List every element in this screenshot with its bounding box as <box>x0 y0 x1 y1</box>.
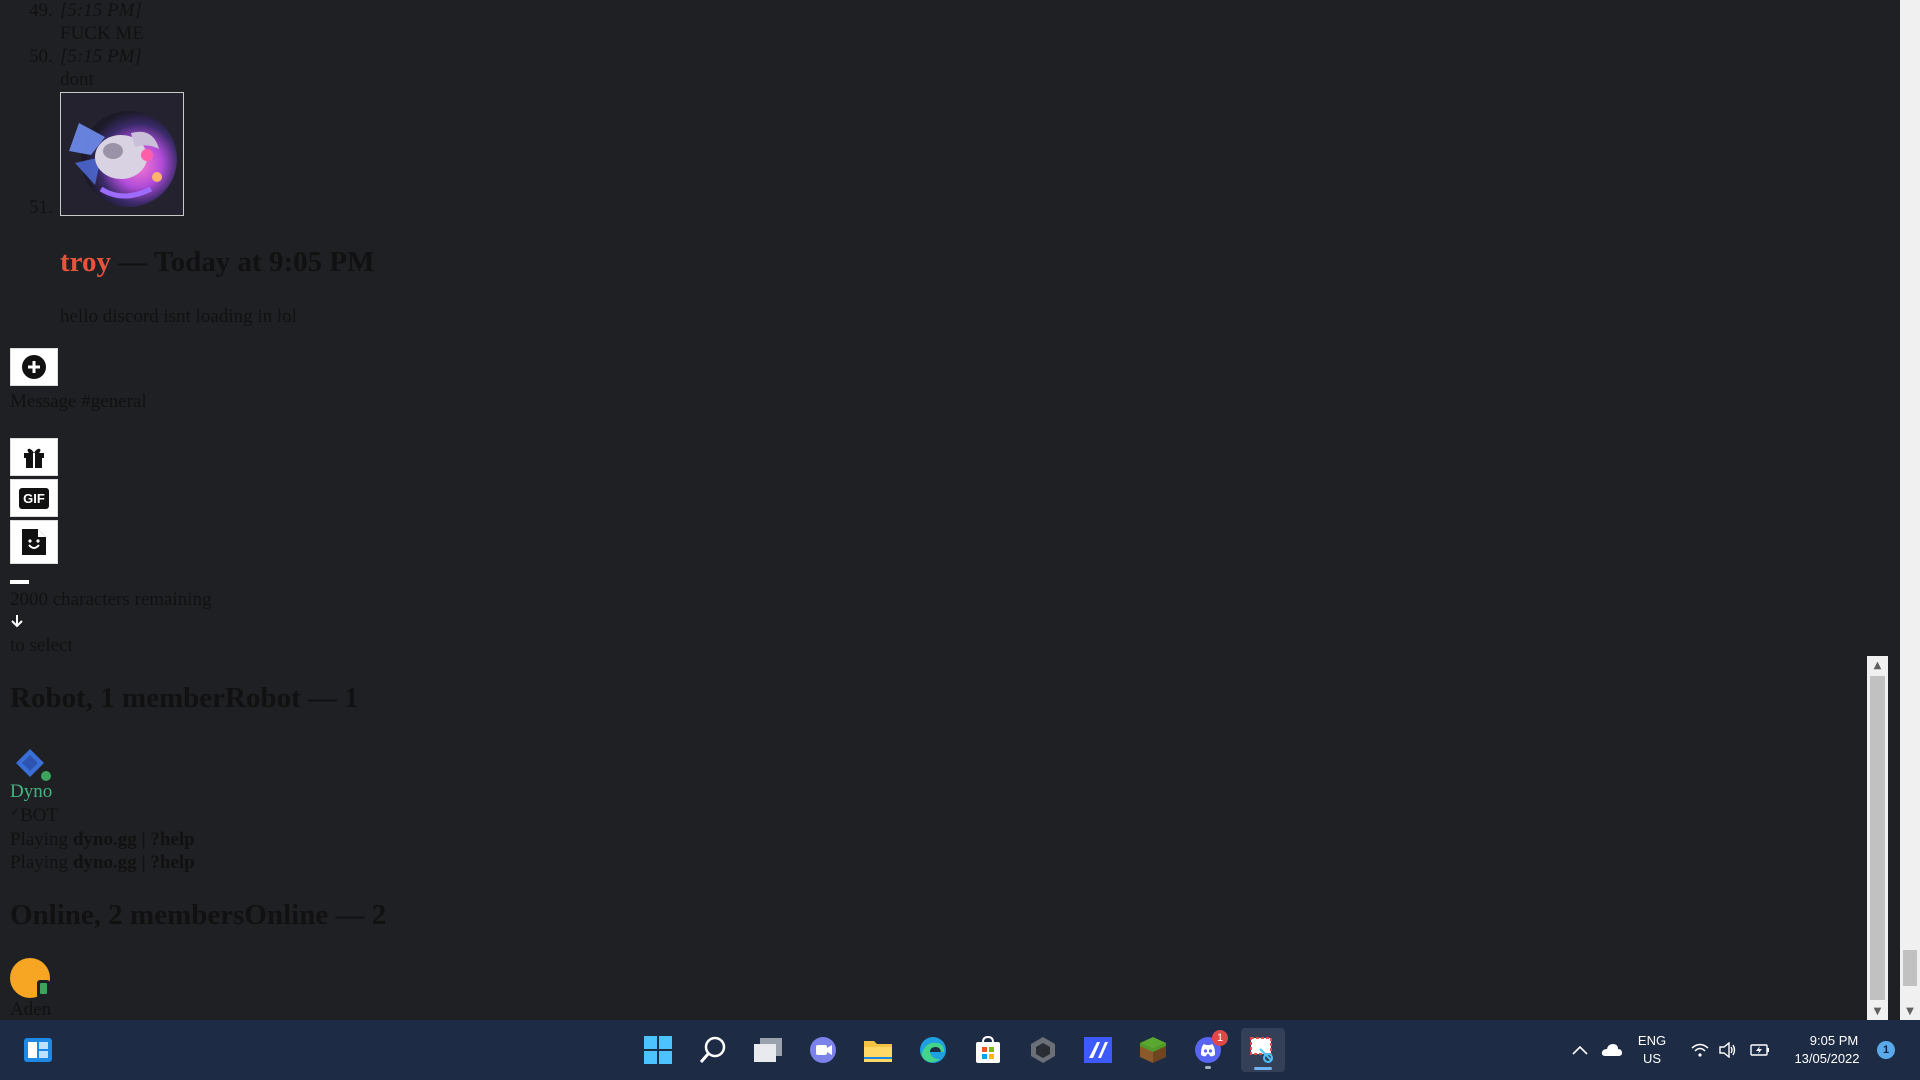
message-number: 49. <box>29 0 53 21</box>
search-button[interactable] <box>691 1028 735 1072</box>
scroll-down-arrow-icon[interactable]: ▼ <box>1900 1002 1920 1020</box>
discord-unstyled-page: 49. [5:15 PM] FUCK ME 50. [5:15 PM] dont <box>0 0 1920 1020</box>
unity-icon <box>1031 1037 1055 1063</box>
task-view-button[interactable] <box>746 1028 790 1072</box>
teams-chat-icon <box>810 1037 836 1063</box>
volume-button[interactable] <box>1716 1020 1740 1080</box>
member-group-heading-robot: Robot, 1 memberRobot — 1 <box>10 682 359 714</box>
battery-button[interactable] <box>1748 1020 1772 1080</box>
plus-circle-icon <box>22 355 46 379</box>
file-explorer-button[interactable] <box>856 1028 900 1072</box>
notification-count-badge: 1 <box>1877 1041 1895 1059</box>
member-activity: Playing dyno.gg | ?help <box>10 852 195 873</box>
author-name[interactable]: troy <box>60 246 111 278</box>
volume-icon <box>1719 1042 1736 1058</box>
discord-button[interactable]: 1 <box>1186 1028 1230 1072</box>
edge-icon <box>920 1037 946 1063</box>
scroll-down-arrow-icon[interactable]: ▼ <box>1867 1002 1888 1020</box>
sticker-icon <box>22 529 46 555</box>
store-icon <box>976 1035 1000 1063</box>
clock-time: 9:05 PM <box>1809 1033 1859 1048</box>
member-activity: Playing dyno.gg | ?help <box>10 829 195 850</box>
scrollbar-thumb[interactable] <box>1870 676 1885 1000</box>
snipping-tool-button[interactable] <box>1241 1028 1285 1072</box>
vs-icon <box>1084 1037 1112 1063</box>
upload-attachment-button[interactable] <box>10 348 58 386</box>
message-text: hello discord isnt loading in lol <box>60 306 297 327</box>
aden-avatar[interactable] <box>10 958 52 1000</box>
wifi-button[interactable] <box>1688 1020 1712 1080</box>
message-timestamp[interactable]: [5:15 PM] <box>60 46 142 68</box>
teams-chat-button[interactable] <box>801 1028 845 1072</box>
message-input[interactable]: Message #general <box>10 391 147 413</box>
minecraft-button[interactable] <box>1131 1028 1175 1072</box>
clock[interactable]: 9:05 PM 13/05/2022 <box>1782 1020 1872 1080</box>
widgets-button[interactable] <box>16 1028 60 1072</box>
notification-center-button[interactable]: 1 <box>1874 1020 1898 1080</box>
message-date: — Today at 9:05 PM <box>118 246 375 278</box>
grass-block-icon <box>1140 1037 1166 1063</box>
sticker-picker-button[interactable] <box>10 520 58 564</box>
widgets-icon <box>24 1038 52 1062</box>
gift-icon <box>24 448 44 468</box>
select-hint: to select <box>10 635 73 656</box>
microsoft-store-button[interactable] <box>966 1028 1010 1072</box>
message-number: 50. <box>29 46 53 67</box>
message-attachment-image[interactable] <box>60 92 184 216</box>
discord-notification-badge: 1 <box>1212 1030 1228 1046</box>
windows-start-icon <box>644 1036 672 1064</box>
chevron-up-icon <box>1572 1045 1588 1055</box>
scrollbar-thumb[interactable] <box>1903 950 1917 986</box>
wifi-icon <box>1691 1043 1709 1057</box>
edge-browser-button[interactable] <box>911 1028 955 1072</box>
member-group-heading-online: Online, 2 membersOnline — 2 <box>10 899 387 931</box>
gift-nitro-button[interactable] <box>10 438 58 476</box>
message-number: 51. <box>29 197 53 218</box>
member-list-scrollbar[interactable]: ▲ ▼ <box>1867 656 1888 1020</box>
start-button[interactable] <box>636 1028 680 1072</box>
cloud-icon <box>1601 1044 1622 1056</box>
dragon-artwork-image <box>61 93 183 215</box>
folder-icon <box>864 1041 892 1062</box>
clock-date: 13/05/2022 <box>1794 1051 1860 1066</box>
scroll-up-arrow-icon[interactable]: ▲ <box>1867 656 1888 674</box>
running-indicator <box>1205 1066 1211 1069</box>
windows-taskbar: 1 ENG US 9:05 PM 13/05/2022 1 <box>0 1020 1920 1080</box>
battery-charging-icon <box>1750 1044 1769 1056</box>
dyno-avatar[interactable] <box>12 745 52 783</box>
visual-studio-button[interactable] <box>1076 1028 1120 1072</box>
characters-remaining: 2000 characters remaining <box>10 589 212 610</box>
onedrive-button[interactable] <box>1599 1020 1625 1080</box>
unity-hub-button[interactable] <box>1021 1028 1065 1072</box>
arrow-down-icon <box>11 615 23 628</box>
message-text: FUCK ME <box>60 23 144 44</box>
member-name-aden[interactable]: Aden <box>10 999 51 1020</box>
task-view-icon <box>754 1038 782 1062</box>
message-timestamp[interactable]: [5:15 PM] <box>60 0 142 22</box>
snipping-tool-icon <box>1250 1037 1273 1063</box>
language-indicator[interactable]: ENG US <box>1632 1020 1672 1080</box>
bot-tag: ✓BOT <box>10 805 59 826</box>
verified-check-icon: ✓ <box>10 805 21 819</box>
search-icon <box>699 1036 726 1063</box>
emoji-bar-icon <box>10 580 29 584</box>
active-indicator <box>1254 1067 1272 1070</box>
show-hidden-icons-button[interactable] <box>1570 1020 1590 1080</box>
member-name-dyno[interactable]: Dyno <box>10 781 52 803</box>
gif-icon: GIF <box>19 487 49 509</box>
page-scrollbar[interactable]: ▼ <box>1900 0 1920 1020</box>
message-header: troy — Today at 9:05 PM <box>60 246 374 279</box>
gif-picker-button[interactable]: GIF <box>10 479 58 517</box>
message-text: dont <box>60 69 94 90</box>
